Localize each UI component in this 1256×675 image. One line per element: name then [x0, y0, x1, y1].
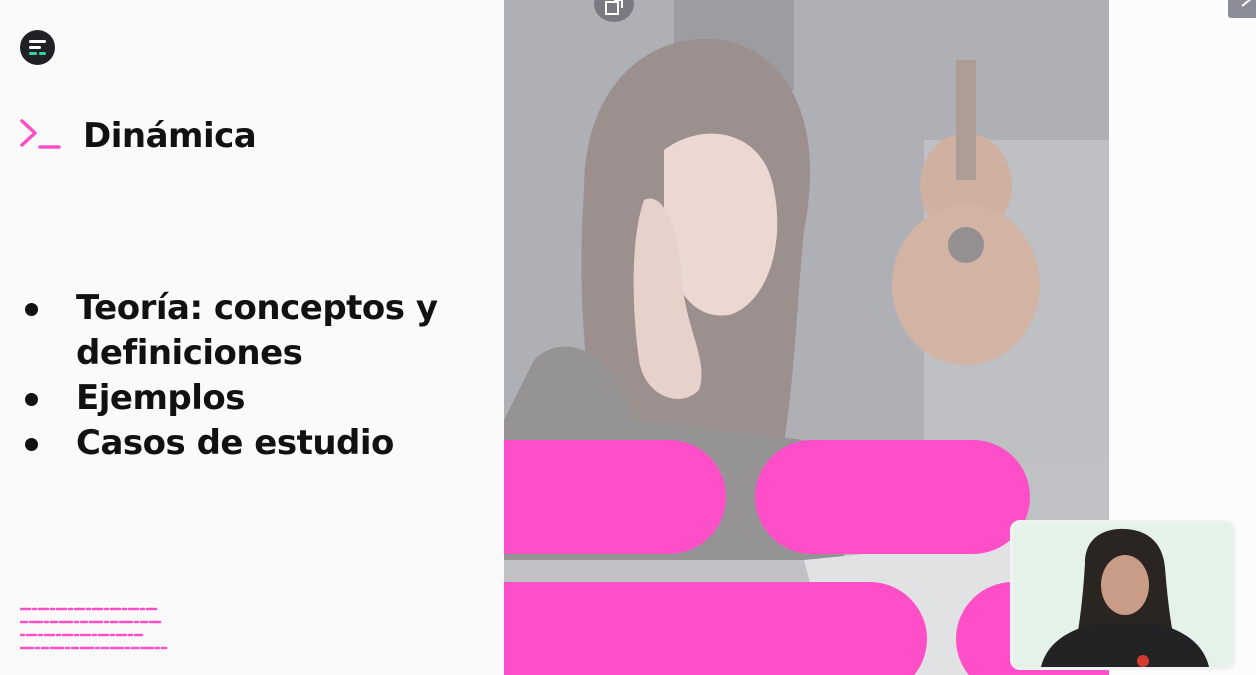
terminal-prompt-icon: [20, 119, 61, 149]
bullet-dot: [25, 438, 38, 451]
share-icon: [605, 0, 623, 15]
bullet-item: Casos de estudio: [22, 421, 462, 466]
expand-icon: [1241, 0, 1252, 7]
bullet-item: Teoría: conceptos y definiciones: [22, 286, 462, 376]
slide-title: Dinámica: [83, 116, 257, 156]
decorative-dashes: [20, 607, 168, 650]
bullet-list: Teoría: conceptos y definiciones Ejemplo…: [22, 286, 462, 466]
expand-button[interactable]: [1228, 0, 1256, 18]
bullet-dot: [25, 393, 38, 406]
presenter-webcam[interactable]: [1010, 520, 1236, 670]
decorative-pill: [504, 440, 726, 554]
brand-logo-icon: [20, 30, 55, 65]
presentation-slide: Dinámica Teoría: conceptos y definicione…: [0, 0, 1256, 675]
bullet-text: Teoría: conceptos y definiciones: [76, 288, 438, 373]
share-button[interactable]: [594, 0, 634, 22]
decorative-pill: [755, 440, 1030, 554]
bullet-text: Ejemplos: [76, 378, 245, 418]
decorative-pill: [504, 582, 927, 675]
presenter-video: [1013, 523, 1233, 667]
bullet-item: Ejemplos: [22, 376, 462, 421]
bullet-dot: [25, 303, 38, 316]
bullet-text: Casos de estudio: [76, 423, 394, 463]
